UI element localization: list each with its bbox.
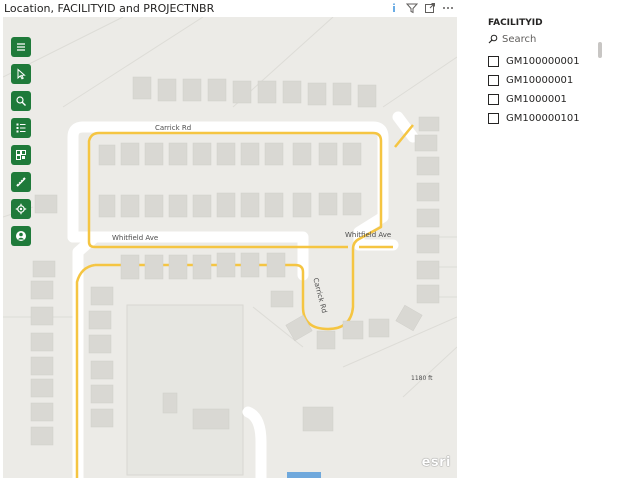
slicer-item-label: GM10000001 xyxy=(506,75,574,86)
slicer-item[interactable]: GM1000001 xyxy=(488,90,622,109)
slicer-search-input[interactable] xyxy=(502,33,592,45)
search-icon xyxy=(16,96,26,106)
slicer-item-label: GM1000001 xyxy=(506,94,567,105)
visual-header: Location, FACILITYID and PROJECTNBR xyxy=(0,0,458,17)
settings-button[interactable] xyxy=(11,199,31,219)
select-icon xyxy=(17,68,26,80)
checkbox[interactable] xyxy=(488,56,499,67)
menu-button[interactable] xyxy=(11,37,31,57)
select-button[interactable] xyxy=(11,64,31,84)
layers-button[interactable] xyxy=(11,118,31,138)
checkbox[interactable] xyxy=(488,113,499,124)
more-options-icon[interactable] xyxy=(442,2,454,14)
map-toolbar xyxy=(11,37,31,246)
menu-icon xyxy=(17,43,25,51)
map-view[interactable]: Carrick Rd Whitfield Ave Whitfield Ave C… xyxy=(3,17,457,478)
visual-title: Location, FACILITYID and PROJECTNBR xyxy=(4,2,215,15)
slicer-list: GM100000001 GM10000001 GM1000001 GM10000… xyxy=(482,52,622,128)
measure-button[interactable] xyxy=(11,172,31,192)
esri-attribution: esri xyxy=(421,455,451,470)
qr-icon xyxy=(16,150,26,160)
checkbox[interactable] xyxy=(488,94,499,105)
qr-button[interactable] xyxy=(11,145,31,165)
settings-icon xyxy=(15,203,27,215)
elevation-label: 1180 ft xyxy=(411,375,433,382)
slicer-item-label: GM100000101 xyxy=(506,113,580,124)
layers-icon xyxy=(16,123,26,133)
slicer-item[interactable]: GM100000101 xyxy=(488,109,622,128)
slicer-header: FACILITYID xyxy=(488,18,543,28)
info-icon[interactable] xyxy=(388,2,400,14)
account-button[interactable] xyxy=(11,226,31,246)
filter-icon[interactable] xyxy=(406,2,418,14)
focus-mode-icon[interactable] xyxy=(424,2,436,14)
facilityid-slicer: FACILITYID GM100000001 GM10000001 GM1000… xyxy=(482,18,622,128)
street-label-whitfield-ave-east: Whitfield Ave xyxy=(345,231,392,239)
checkbox[interactable] xyxy=(488,75,499,86)
street-label-carrick-rd: Carrick Rd xyxy=(155,124,192,132)
slicer-scrollbar[interactable] xyxy=(598,42,602,58)
slicer-item-label: GM100000001 xyxy=(506,56,580,67)
slicer-item[interactable]: GM10000001 xyxy=(488,71,622,90)
account-icon xyxy=(16,231,26,241)
search-icon xyxy=(488,34,498,44)
map-basemap xyxy=(3,17,457,478)
street-label-whitfield-ave: Whitfield Ave xyxy=(112,234,159,242)
search-button[interactable] xyxy=(11,91,31,111)
measure-icon xyxy=(16,177,26,187)
